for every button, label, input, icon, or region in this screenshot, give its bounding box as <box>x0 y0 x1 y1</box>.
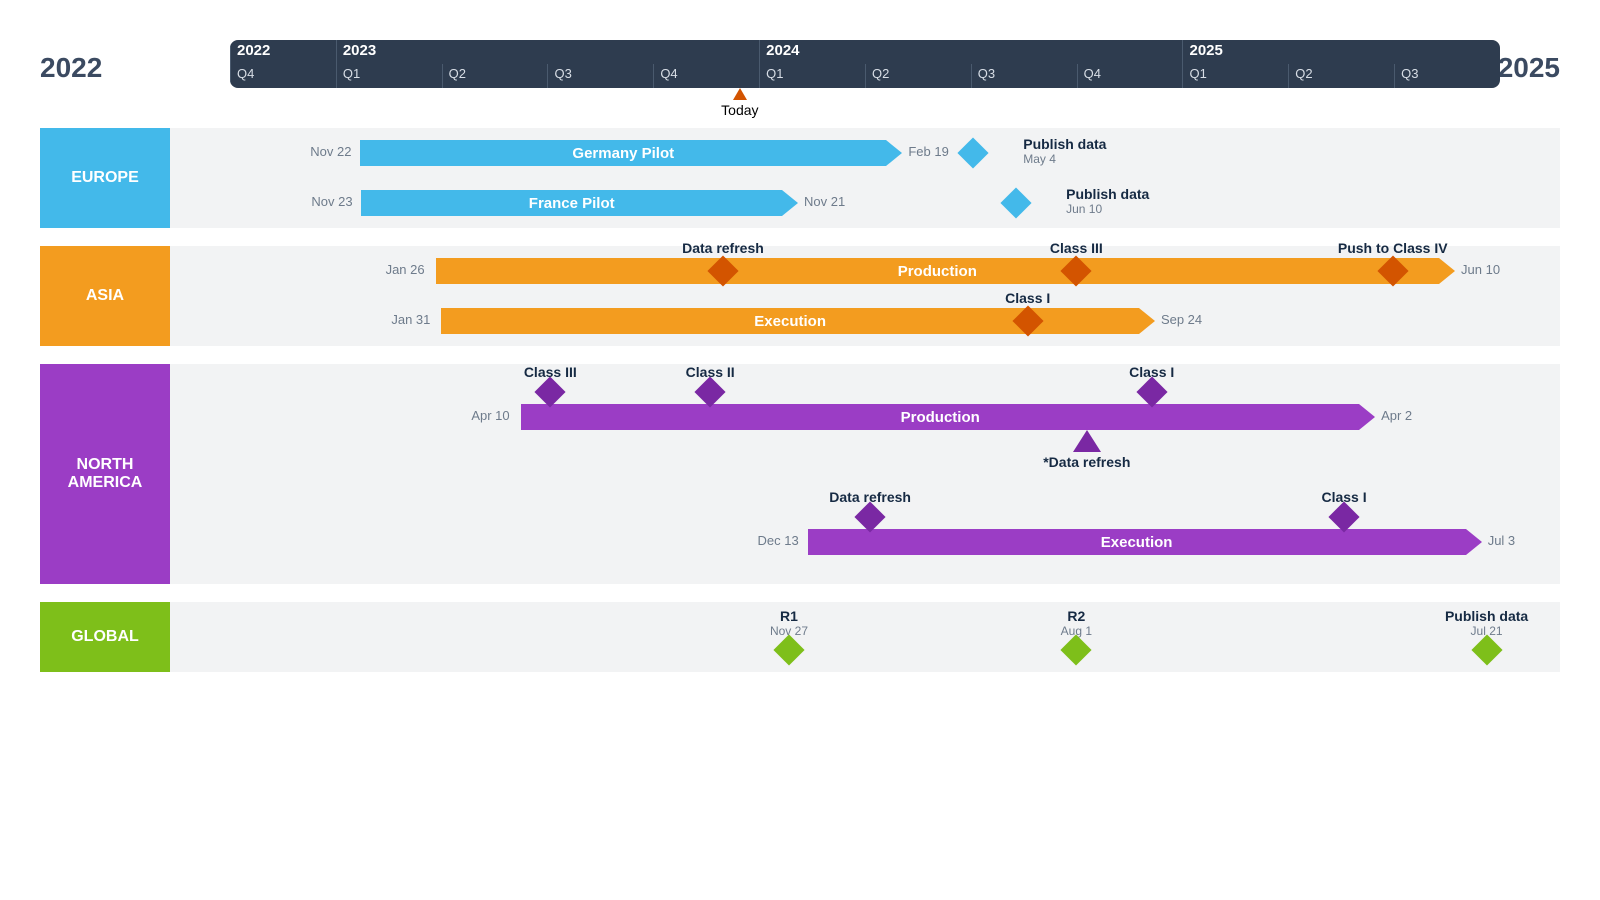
axis-quarter: Q4 <box>653 64 759 88</box>
axis-quarter: Q1 <box>336 64 442 88</box>
task-bar: Production <box>521 404 1359 430</box>
milestone-diamond-icon <box>773 634 804 665</box>
milestone-diamond-icon <box>1001 187 1032 218</box>
task-end-date: Jun 10 <box>1461 262 1500 277</box>
milestone-triangle-icon <box>1073 430 1101 452</box>
milestone-diamond-icon <box>1136 376 1167 407</box>
swimlane: NORTHAMERICA Production Apr 10 Apr 2 Exec… <box>40 364 1560 584</box>
today-marker-icon <box>733 88 747 100</box>
task-start-date: Jan 31 <box>391 312 430 327</box>
axis-quarter: Q4 <box>1077 64 1183 88</box>
timeline-axis: 2022 2025 2022202320242025Q4Q1Q2Q3Q4Q1Q2… <box>40 40 1560 110</box>
task-end-date: Feb 19 <box>908 144 948 159</box>
axis-end-year: 2025 <box>1498 52 1560 84</box>
swimlane-label: NORTHAMERICA <box>40 364 170 584</box>
milestone-label: Class III <box>524 364 577 380</box>
swimlane: EUROPE Germany Pilot Nov 22 Feb 19 France… <box>40 128 1560 228</box>
swimlane: GLOBAL R1Nov 27 R2Aug 1 Publish dataJul … <box>40 602 1560 672</box>
milestone-label: Publish dataJun 10 <box>1066 186 1149 216</box>
axis-quarter: Q3 <box>971 64 1077 88</box>
milestone-diamond-icon <box>695 376 726 407</box>
axis-quarter: Q2 <box>865 64 971 88</box>
swimlane-body: R1Nov 27 R2Aug 1 Publish dataJul 21 <box>170 602 1560 672</box>
axis-start-year: 2022 <box>40 52 102 84</box>
task-bar: Production <box>436 258 1439 284</box>
milestone-diamond-icon <box>1471 634 1502 665</box>
milestone-label: Class III <box>1050 240 1103 256</box>
milestone-label: Class II <box>686 364 735 380</box>
task-start-date: Nov 22 <box>310 144 351 159</box>
milestone-label: R2Aug 1 <box>1061 608 1092 638</box>
milestone-label: *Data refresh <box>1043 454 1130 470</box>
milestone-label: Push to Class IV <box>1338 240 1448 256</box>
axis-year: 2024 <box>759 40 1182 64</box>
task-end-date: Apr 2 <box>1381 408 1412 423</box>
milestone-diamond-icon <box>1328 501 1359 532</box>
milestone-label: Class I <box>1129 364 1174 380</box>
swimlane-label: ASIA <box>40 246 170 346</box>
axis-year: 2025 <box>1182 40 1500 64</box>
swimlane-body: Germany Pilot Nov 22 Feb 19France Pilot … <box>170 128 1560 228</box>
task-start-date: Apr 10 <box>471 408 509 423</box>
task-end-date: Nov 21 <box>804 194 845 209</box>
axis-quarter: Q1 <box>1182 64 1288 88</box>
task-end-date: Sep 24 <box>1161 312 1202 327</box>
axis-year: 2023 <box>336 40 759 64</box>
milestone-label: Data refresh <box>829 489 911 505</box>
swimlane: ASIA Production Jan 26 Jun 10Execution J… <box>40 246 1560 346</box>
task-start-date: Jan 26 <box>386 262 425 277</box>
task-bar: France Pilot <box>361 190 782 216</box>
axis-track: 2022202320242025Q4Q1Q2Q3Q4Q1Q2Q3Q4Q1Q2Q3 <box>230 40 1500 88</box>
axis-quarter: Q2 <box>442 64 548 88</box>
axis-quarter: Q1 <box>759 64 865 88</box>
milestone-diamond-icon <box>855 501 886 532</box>
axis-year: 2022 <box>230 40 336 64</box>
swimlane-body: Production Jan 26 Jun 10Execution Jan 31… <box>170 246 1560 346</box>
milestone-label: Data refresh <box>682 240 764 256</box>
axis-quarter: Q4 <box>230 64 336 88</box>
milestone-label: Class I <box>1321 489 1366 505</box>
axis-quarter: Q3 <box>547 64 653 88</box>
swimlane-label: EUROPE <box>40 128 170 228</box>
roadmap-chart: 2022 2025 2022202320242025Q4Q1Q2Q3Q4Q1Q2… <box>0 0 1600 900</box>
task-bar: Execution <box>808 529 1466 555</box>
swimlane-label: GLOBAL <box>40 602 170 672</box>
swimlanes-container: EUROPE Germany Pilot Nov 22 Feb 19 France… <box>40 128 1560 672</box>
milestone-diamond-icon <box>535 376 566 407</box>
milestone-label: Publish dataMay 4 <box>1023 136 1106 166</box>
milestone-diamond-icon <box>1061 634 1092 665</box>
milestone-label: Class I <box>1005 290 1050 306</box>
task-end-date: Jul 3 <box>1488 533 1515 548</box>
task-start-date: Dec 13 <box>758 533 799 548</box>
today-label: Today <box>721 102 758 118</box>
task-bar: Germany Pilot <box>360 140 886 166</box>
task-start-date: Nov 23 <box>311 194 352 209</box>
axis-quarter: Q2 <box>1288 64 1394 88</box>
milestone-diamond-icon <box>958 137 989 168</box>
axis-quarter: Q3 <box>1394 64 1500 88</box>
swimlane-body: Production Apr 10 Apr 2Execution Dec 13 … <box>170 364 1560 584</box>
